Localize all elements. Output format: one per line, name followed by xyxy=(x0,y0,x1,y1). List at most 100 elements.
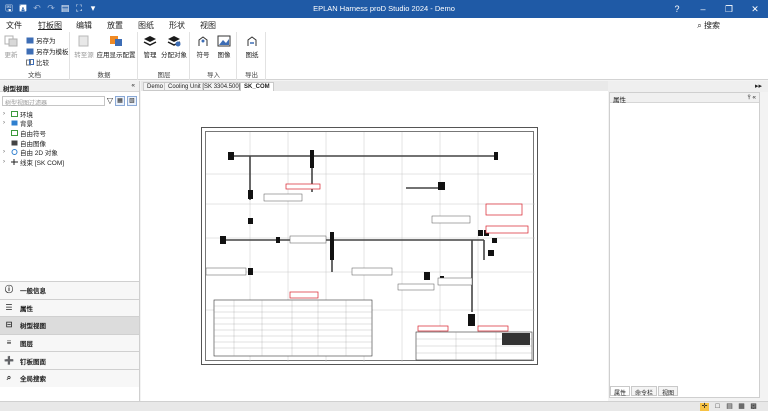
grid-view-icon[interactable]: ▦ xyxy=(737,403,746,411)
tree-options-button-1[interactable]: ▦ xyxy=(115,95,125,106)
update-icon xyxy=(4,35,18,47)
template-icon xyxy=(26,48,34,54)
save-as-button[interactable]: 另存为 xyxy=(26,35,56,45)
group-label-document: 文档 xyxy=(28,72,41,79)
tab-drawing[interactable]: 图纸 xyxy=(138,20,154,31)
tree-node-harness[interactable]: › 线束 [SK COM] xyxy=(3,157,64,167)
harness-drawing[interactable] xyxy=(206,132,535,362)
close-icon[interactable]: ✕ xyxy=(742,0,768,18)
harness-board-icon: ➕ xyxy=(4,355,14,365)
tree-node-free-image[interactable]: 自由图像 xyxy=(3,138,64,148)
tree-node-environment[interactable]: › 环境 xyxy=(3,109,64,119)
search-icon: ⌕ xyxy=(697,21,702,30)
update-label: 更新 xyxy=(4,52,18,59)
ribbon-group-document: 更新 另存为 另存为模板 比较 文档 xyxy=(0,32,70,80)
search-label: 搜索 xyxy=(704,21,720,30)
nav-general-info[interactable]: ⓘ 一般信息 xyxy=(0,281,139,299)
expand-arrow-icon[interactable]: › xyxy=(3,149,9,155)
nav-harness-board[interactable]: ➕ 钉板图面 xyxy=(0,351,139,369)
tree-node-background[interactable]: › 背景 xyxy=(3,119,64,129)
tree-node-free-symbol[interactable]: 自由符号 xyxy=(3,128,64,138)
compare-button[interactable]: 比较 xyxy=(26,57,49,67)
panel-menu-icon[interactable]: ▸▸ xyxy=(755,82,762,90)
group-label-data: 数据 xyxy=(97,72,111,79)
doc-tab-cooling-unit[interactable]: Cooling Unit [SK 3304.500]* xyxy=(164,82,247,91)
nav-properties[interactable]: ☰ 属性 xyxy=(0,298,139,317)
ribbon-group-layers: 管理 分配对象 图层 xyxy=(139,32,190,80)
drawing-label: 图纸 xyxy=(245,52,259,59)
tab-edit[interactable]: 编辑 xyxy=(76,20,92,31)
right-panel-strip: ▸▸ xyxy=(608,81,768,92)
document-tabs: Demo Cooling Unit [SK 3304.500]* SK_COM xyxy=(141,81,608,91)
symbol-icon xyxy=(11,129,18,136)
nav-tree-view[interactable]: ⊟ 树型视图 xyxy=(0,316,139,334)
ribbon-group-data: 转至源 应用显示配置 数据 xyxy=(71,32,138,80)
search-button[interactable]: ⌕ 搜索 xyxy=(697,20,720,31)
expand-arrow-icon[interactable]: › xyxy=(3,159,9,165)
panel-navigation: ⓘ 一般信息 ☰ 属性 ⊟ 树型视图 ≡ 图层 ➕ 钉板图面 ⌕ 全局搜索 xyxy=(0,281,139,387)
drawing-canvas[interactable] xyxy=(141,91,608,401)
info-icon: ⓘ xyxy=(5,285,13,295)
minimize-icon[interactable]: – xyxy=(690,0,716,18)
tab-properties[interactable]: 属性 xyxy=(610,386,631,397)
filter-icon[interactable]: ▽ xyxy=(107,96,113,105)
window-controls: ? – ❐ ✕ xyxy=(664,0,768,18)
restore-icon[interactable]: ❐ xyxy=(716,0,742,18)
tab-place[interactable]: 放置 xyxy=(107,20,123,31)
tab-shape[interactable]: 形状 xyxy=(169,20,185,31)
assign-object-button[interactable]: 分配对象 xyxy=(160,35,188,59)
tree-node-label: 自由符号 xyxy=(20,130,46,138)
manage-layers-button[interactable]: 管理 xyxy=(141,35,159,59)
export-drawing-button[interactable]: 图纸 xyxy=(242,35,262,59)
tree-view-icon: ⊟ xyxy=(5,320,13,330)
nav-label: 树型视图 xyxy=(20,323,46,331)
tree-node-label: 背景 xyxy=(20,121,33,129)
tile-view-icon[interactable]: ▩ xyxy=(749,403,758,411)
tree-node-label: 线束 [SK COM] xyxy=(20,159,65,167)
split-view-icon[interactable]: ▤ xyxy=(725,403,734,411)
tree-view-title: 树型视图 xyxy=(3,86,29,93)
drawing-sheet[interactable] xyxy=(201,127,538,365)
save-as-template-button[interactable]: 另存为模板 xyxy=(26,46,69,56)
tab-command-bar[interactable]: 命令栏 xyxy=(631,386,658,397)
nav-label: 一般信息 xyxy=(20,288,46,296)
expand-arrow-icon[interactable]: › xyxy=(3,120,9,126)
tree-node-label: 环境 xyxy=(20,111,33,119)
crosshair-icon[interactable]: ✛ xyxy=(700,403,709,411)
save-as-label: 另存为 xyxy=(36,38,56,45)
collapse-panel-icon[interactable]: « xyxy=(131,82,135,89)
pin-icon[interactable]: ⫯ « xyxy=(748,94,756,102)
environment-icon xyxy=(11,110,18,117)
single-view-icon[interactable]: □ xyxy=(713,403,722,411)
tab-view[interactable]: 视图 xyxy=(200,20,216,31)
apply-display-config-button[interactable]: 应用显示配置 xyxy=(96,35,136,59)
image-label: 图像 xyxy=(217,52,231,59)
tree-filter-input[interactable]: 树型视图过滤器 xyxy=(2,95,105,107)
apply-display-config-label: 应用显示配置 xyxy=(96,52,136,59)
properties-title: 属性 xyxy=(613,97,626,104)
nav-global-search[interactable]: ⌕ 全局搜索 xyxy=(0,368,139,387)
bill-of-materials-table xyxy=(213,299,373,357)
ribbon-group-import: 符号 图像 导入 xyxy=(191,32,237,80)
tab-harness-board[interactable]: 钉板图 xyxy=(38,20,62,31)
properties-icon: ☰ xyxy=(5,302,13,312)
tree-options-button-2[interactable]: ▧ xyxy=(127,95,137,106)
window-title: EPLAN Harness proD Studio 2024 - Demo xyxy=(313,4,455,13)
global-search-icon: ⌕ xyxy=(6,373,12,383)
tab-views[interactable]: 视图 xyxy=(658,386,679,397)
save-as-template-label: 另存为模板 xyxy=(36,49,69,56)
harness-icon xyxy=(11,158,18,165)
update-button[interactable]: 更新 xyxy=(3,35,19,59)
import-image-button[interactable]: 图像 xyxy=(215,35,233,59)
tab-file[interactable]: 文件 xyxy=(6,20,22,31)
nav-layers[interactable]: ≡ 图层 xyxy=(0,333,139,352)
doc-tab-sk-com[interactable]: SK_COM xyxy=(240,82,274,91)
expand-arrow-icon[interactable]: › xyxy=(3,111,9,117)
symbol-icon xyxy=(198,36,208,46)
ribbon-group-export: 图纸 导出 xyxy=(238,32,266,80)
import-symbol-button[interactable]: 符号 xyxy=(194,35,212,59)
help-icon[interactable]: ? xyxy=(664,0,690,18)
go-to-source-button[interactable]: 转至源 xyxy=(73,35,95,59)
tree-node-free-2d-object[interactable]: › 自由 2D 对象 xyxy=(3,147,64,157)
label-blocks xyxy=(206,193,473,291)
